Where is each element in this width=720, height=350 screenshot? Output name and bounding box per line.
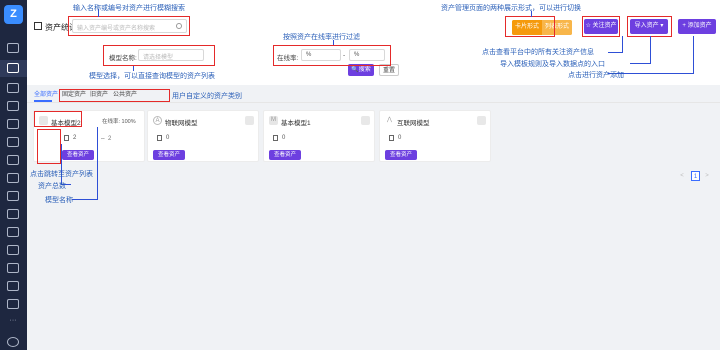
annotation-box-card-name (34, 111, 82, 127)
layers-icon[interactable] (7, 299, 19, 309)
annotation-box-tabs (59, 89, 170, 102)
annotation-box-online (273, 45, 391, 66)
asset-count: 0 (398, 135, 402, 141)
wifi-icon: ⌔ (100, 138, 106, 144)
eye-icon[interactable] (7, 173, 19, 183)
annotation-toggle: 资产管理页面的两种展示形式，可以进行切换 (441, 5, 581, 12)
document-icon (389, 135, 394, 141)
document-icon (157, 135, 162, 141)
annotation-count: 资产总数 (38, 183, 66, 190)
box-icon[interactable] (7, 263, 19, 273)
settings-icon[interactable] (7, 191, 19, 201)
app-root: Z ··· 资产统计 输入资产编号或资产名称搜索 卡片形式 列表形式 ☆ 关注资… (0, 0, 720, 350)
annotation-box-model (103, 45, 215, 66)
document-icon (64, 135, 69, 141)
model-avatar: A (153, 116, 162, 125)
annotation-model: 模型选择，可以直接查询模型的资产列表 (89, 73, 215, 80)
asset-count: 2 (73, 135, 77, 141)
annotation-search: 输入名称或编号对资产进行模糊搜索 (73, 5, 185, 12)
add-asset-label: 添加资产 (687, 23, 712, 29)
network-icon: ⋀ (385, 116, 394, 125)
annotation-line-add (693, 36, 695, 74)
asset-grid-icon (34, 22, 42, 30)
annotation-view: 点击跳转至资产列表 (30, 171, 93, 178)
table-icon[interactable] (7, 281, 19, 291)
annotation-import: 导入模板规则及导入数据点的入口 (500, 61, 605, 68)
add-asset-button[interactable]: + 添加资产 (678, 19, 716, 34)
model-card: M 基本模型1 0 查看资产 (263, 110, 375, 162)
online-rate: 在线率: 100% (102, 119, 136, 125)
home-icon[interactable] (7, 83, 19, 93)
model-avatar: M (269, 116, 278, 125)
more-icon[interactable]: ··· (7, 317, 19, 327)
annotation-online: 按照资产在线率进行过滤 (283, 34, 360, 41)
annotation-box-card-actions (37, 129, 61, 164)
annotation-box-toggle (505, 16, 555, 37)
view-assets-button[interactable]: 查看资产 (62, 150, 94, 160)
annotation-line-follow-h (608, 52, 623, 54)
monitor-icon[interactable] (7, 43, 19, 53)
document-icon (273, 135, 278, 141)
model-name: 基本模型1 (281, 120, 311, 127)
pager-next[interactable]: > (703, 171, 711, 181)
annotation-line-import-h (630, 63, 651, 65)
ban-icon[interactable] (245, 116, 254, 125)
ban-icon[interactable] (477, 116, 486, 125)
document-icon[interactable] (7, 119, 19, 129)
view-assets-button[interactable]: 查看资产 (269, 150, 301, 160)
online-count: 2 (108, 136, 112, 142)
view-assets-button[interactable]: 查看资产 (385, 150, 417, 160)
asset-count: 0 (282, 135, 286, 141)
app-logo: Z (4, 5, 23, 24)
model-name: 互联网模型 (397, 120, 430, 127)
annotation-line-name-h (72, 199, 98, 201)
user-icon[interactable] (7, 337, 19, 347)
model-card: ⋀ 互联网模型 0 查看资产 (379, 110, 491, 162)
annotation-box-search (68, 16, 190, 36)
annotation-line-name (97, 127, 99, 200)
annotation-line-import (650, 36, 652, 64)
model-card: A 物联网模型 0 查看资产 (147, 110, 259, 162)
model-name: 物联网模型 (165, 120, 198, 127)
shield-icon[interactable] (7, 227, 19, 237)
annotation-line-follow (622, 36, 624, 52)
pager-page[interactable]: 1 (691, 171, 700, 181)
annotation-add: 点击进行资产添加 (568, 72, 624, 79)
ban-icon[interactable] (361, 116, 370, 125)
annotation-tabs: 用户自定义的资产类别 (172, 93, 242, 100)
grid-icon[interactable] (7, 63, 19, 73)
tabs-divider (27, 102, 720, 103)
search-button-label: 搜索 (358, 67, 371, 73)
clipboard-icon[interactable] (7, 137, 19, 147)
sidebar: Z ··· (0, 0, 27, 350)
tab-all-assets[interactable]: 全部资产 (34, 89, 58, 98)
asset-count: 0 (166, 135, 170, 141)
chart-icon[interactable] (7, 155, 19, 165)
pager-prev[interactable]: < (678, 171, 686, 181)
link-icon[interactable] (7, 209, 19, 219)
star-icon[interactable] (7, 245, 19, 255)
annotation-name: 模型名称 (45, 197, 73, 204)
view-assets-button[interactable]: 查看资产 (153, 150, 185, 160)
annotation-follow: 点击查看平台中的所有关注资产信息 (482, 49, 594, 56)
annotation-box-follow (582, 16, 620, 37)
list-icon[interactable] (7, 101, 19, 111)
annotation-box-import (627, 16, 672, 37)
